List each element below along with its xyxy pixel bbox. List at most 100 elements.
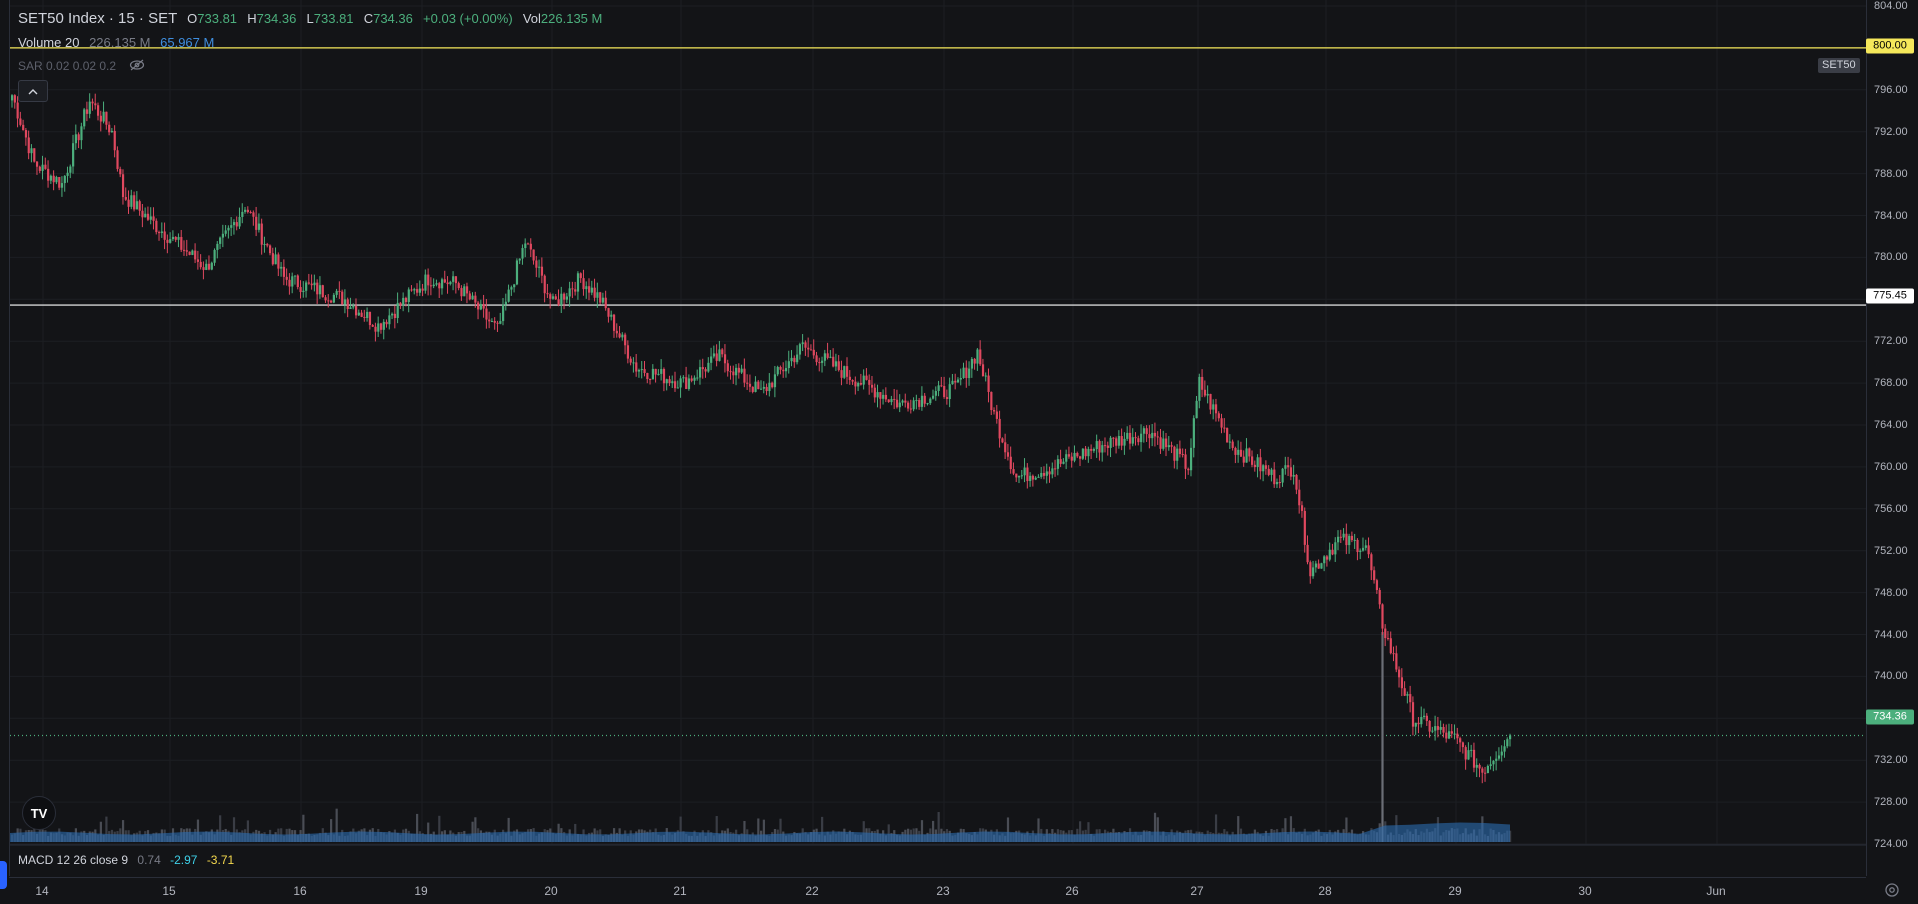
candle [296,274,299,290]
candle [407,287,410,313]
candle [987,368,990,403]
candle [1323,555,1326,572]
candle [1370,552,1373,581]
candle [590,280,593,296]
candle [1328,542,1331,562]
candle [1403,681,1406,697]
candle [1123,432,1126,455]
price-tick: 772.00 [1874,335,1908,348]
price-tick: 756.00 [1874,502,1908,515]
candle [1484,766,1487,782]
candle [823,349,827,367]
candle [773,365,777,398]
candle [102,101,105,124]
candle [332,292,335,304]
time-tick: Jun [1706,884,1726,898]
high-value: 734.36 [256,11,297,26]
candle [1331,543,1334,556]
candle [429,277,433,296]
candle [490,318,494,323]
candle [1509,733,1512,747]
candle [665,378,668,391]
candle [116,146,119,172]
candle [230,217,233,236]
candle [746,374,749,390]
candle [1226,427,1229,443]
candle [809,344,813,351]
candle [163,222,166,250]
candle [266,242,269,248]
symbol-title[interactable]: SET50 Index · 15 · SET [18,10,177,27]
candle [38,165,41,174]
candle [884,387,888,403]
candle [482,294,485,318]
low-label: L [306,11,314,26]
candle [626,340,630,364]
tradingview-logo[interactable]: TV [22,796,56,830]
candle [1431,726,1434,734]
candle [113,125,116,158]
volume-legend[interactable]: Volume 20 226.135 M 65.967 M [18,35,214,50]
candle [1181,448,1184,458]
candle [363,309,366,322]
candle [787,350,790,374]
candlestick-chart[interactable] [10,0,1867,876]
candle [393,305,397,329]
candle [1162,430,1165,451]
candle [307,273,311,285]
candle [981,358,985,377]
candle [624,332,627,355]
candle [554,293,557,300]
candle [144,207,147,218]
candle [931,389,935,400]
candle [69,164,72,179]
candle [701,358,704,379]
gear-icon[interactable] [1884,882,1900,898]
candle [1165,432,1168,457]
candle [901,399,904,406]
sar-legend[interactable]: SAR 0.02 0.02 0.2 [18,59,145,74]
candle [1375,578,1379,594]
candle [1234,446,1237,464]
candle [1198,373,1201,409]
candle [576,271,580,300]
candle [1359,548,1362,560]
price-axis[interactable]: 804.00 800.00 796.00 792.00 788.00 784.00 780.… [1866,0,1918,876]
candle [1214,398,1218,422]
time-axis[interactable]: 14 15 16 19 20 21 22 23 26 27 28 29 30 Jun [9,877,1866,904]
candle [668,375,671,387]
candle [446,276,449,294]
candle [252,210,255,226]
candle [471,292,474,300]
candle [865,368,868,381]
candle [488,311,491,329]
candle [55,175,58,185]
open-value: 733.81 [197,11,238,26]
candle [776,365,779,377]
candle [1201,369,1204,398]
eye-off-icon[interactable] [129,59,145,74]
time-tick: 15 [162,884,176,898]
candle [205,259,208,271]
candle [158,230,161,241]
grid-lines [10,0,1867,846]
candle [1475,758,1478,778]
volume-indicator-value: 226.135 M [89,35,151,50]
candle [1500,745,1503,762]
collapse-legend-button[interactable] [18,80,48,102]
candle [1492,759,1495,772]
candle [285,268,288,286]
candle [202,261,205,280]
candle [235,216,238,231]
candle [83,107,86,130]
candle [540,257,544,284]
candle [1270,467,1273,482]
candle [1156,431,1159,445]
candle [199,254,202,270]
chart-area[interactable] [9,0,1867,876]
candle [1439,720,1442,735]
candle [352,303,355,310]
pane-resize-handle[interactable] [0,861,7,889]
logo-text: TV [30,805,48,821]
macd-legend[interactable]: MACD 12 26 close 9 0.74 -2.97 -3.71 [18,853,234,867]
